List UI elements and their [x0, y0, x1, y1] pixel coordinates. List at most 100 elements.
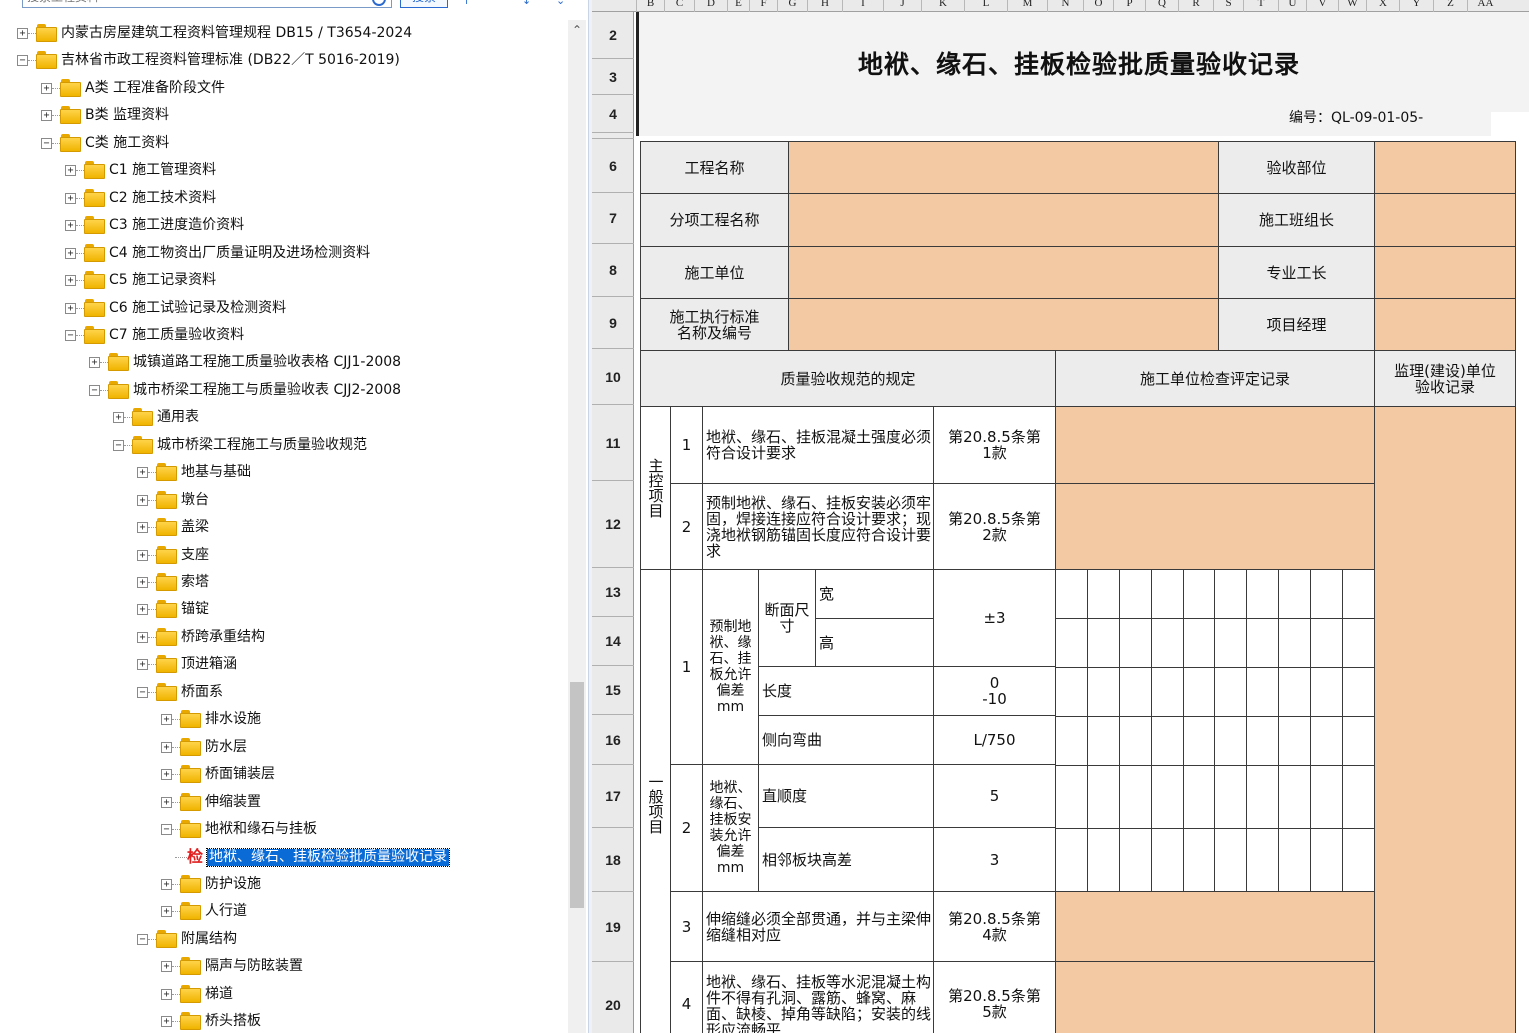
- measurement-grid[interactable]: [1055, 569, 1375, 893]
- measurement-cell[interactable]: [1119, 619, 1152, 668]
- tree-item[interactable]: + 梯道: [0, 981, 568, 1008]
- column-letter[interactable]: D: [694, 0, 727, 12]
- row-number[interactable]: 8: [592, 244, 634, 297]
- measurement-cell[interactable]: [1215, 668, 1248, 717]
- tree-item[interactable]: + 隔声与防眩装置: [0, 953, 568, 980]
- expand-icon[interactable]: +: [137, 467, 148, 479]
- measurement-cell[interactable]: [1311, 766, 1344, 829]
- expand-icon[interactable]: +: [65, 192, 76, 204]
- column-letter[interactable]: T: [1243, 0, 1278, 12]
- collapse-icon[interactable]: −: [137, 686, 148, 698]
- general-item-check-input[interactable]: [1055, 961, 1375, 1033]
- column-letter[interactable]: N: [1047, 0, 1083, 12]
- expand-icon[interactable]: +: [65, 247, 76, 259]
- tree-item[interactable]: − 桥面系: [0, 679, 568, 706]
- arrow-down-icon[interactable]: ↓: [522, 0, 532, 7]
- collapse-icon[interactable]: −: [89, 384, 100, 396]
- measurement-cell[interactable]: [1311, 829, 1344, 893]
- measurement-cell[interactable]: [1279, 619, 1312, 668]
- measurement-cell[interactable]: [1279, 829, 1312, 893]
- measurement-cell[interactable]: [1247, 668, 1280, 717]
- measurement-cell[interactable]: [1279, 570, 1312, 619]
- measurement-cell[interactable]: [1151, 766, 1184, 829]
- row-number[interactable]: 7: [592, 193, 634, 244]
- measurement-cell[interactable]: [1247, 766, 1280, 829]
- measurement-cell[interactable]: [1247, 829, 1280, 893]
- tree-item[interactable]: + 防护设施: [0, 871, 568, 898]
- measurement-cell[interactable]: [1087, 766, 1120, 829]
- tree-item[interactable]: − 城市桥梁工程施工与质量验收规范: [0, 432, 568, 459]
- measurement-cell[interactable]: [1119, 829, 1152, 893]
- column-letter[interactable]: Q: [1145, 0, 1178, 12]
- row-number[interactable]: 2: [592, 12, 634, 59]
- expand-icon[interactable]: +: [161, 769, 172, 781]
- tree-item[interactable]: + C5 施工记录资料: [0, 267, 568, 294]
- column-letter[interactable]: L: [964, 0, 1007, 12]
- measurement-cell[interactable]: [1151, 668, 1184, 717]
- expand-icon[interactable]: +: [41, 110, 52, 122]
- measurement-cell[interactable]: [1183, 766, 1216, 829]
- tree-item[interactable]: 检地袱、缘石、挂板检验批质量验收记录: [0, 844, 568, 871]
- measurement-cell[interactable]: [1343, 570, 1375, 619]
- measurement-cell[interactable]: [1247, 570, 1280, 619]
- expand-icon[interactable]: +: [65, 220, 76, 232]
- column-letter[interactable]: W: [1338, 0, 1366, 12]
- column-letter[interactable]: U: [1278, 0, 1306, 12]
- tree-item[interactable]: + C2 施工技术资料: [0, 185, 568, 212]
- row-number[interactable]: 15: [592, 666, 634, 715]
- measurement-cell[interactable]: [1343, 829, 1375, 893]
- tree-item[interactable]: + 排水设施: [0, 706, 568, 733]
- expand-icon[interactable]: +: [65, 275, 76, 287]
- tree-item[interactable]: − 附属结构: [0, 926, 568, 953]
- expand-icon[interactable]: +: [161, 961, 172, 973]
- team-leader-input[interactable]: [1374, 193, 1516, 247]
- collapse-icon[interactable]: −: [17, 55, 28, 67]
- row-number[interactable]: 13: [592, 568, 634, 617]
- tree-item[interactable]: + A类 工程准备阶段文件: [0, 75, 568, 102]
- measurement-cell[interactable]: [1311, 668, 1344, 717]
- collapse-icon[interactable]: −: [65, 329, 76, 341]
- column-letter[interactable]: J: [883, 0, 921, 12]
- column-letter[interactable]: H: [807, 0, 842, 12]
- column-letter[interactable]: F: [749, 0, 777, 12]
- measurement-cell[interactable]: [1183, 829, 1216, 893]
- measurement-cell[interactable]: [1087, 570, 1120, 619]
- row-number[interactable]: 10: [592, 349, 634, 405]
- measurement-cell[interactable]: [1056, 829, 1088, 893]
- measurement-cell[interactable]: [1343, 717, 1375, 766]
- measurement-cell[interactable]: [1215, 570, 1248, 619]
- measurement-cell[interactable]: [1247, 619, 1280, 668]
- supervision-record-input[interactable]: [1374, 406, 1516, 1033]
- expand-icon[interactable]: +: [65, 165, 76, 177]
- tree-item[interactable]: + 桥跨承重结构: [0, 624, 568, 651]
- tree-item[interactable]: + 伸缩装置: [0, 789, 568, 816]
- expand-icon[interactable]: +: [161, 878, 172, 890]
- row-number[interactable]: 19: [592, 892, 634, 962]
- tree-item[interactable]: + B类 监理资料: [0, 102, 568, 129]
- expand-icon[interactable]: +: [137, 631, 148, 643]
- scroll-thumb[interactable]: [570, 682, 584, 908]
- expand-icon[interactable]: +: [137, 549, 148, 561]
- tree-item[interactable]: + C4 施工物资出厂质量证明及进场检测资料: [0, 240, 568, 267]
- search-button[interactable]: 搜索: [400, 0, 448, 8]
- column-letter[interactable]: B: [636, 0, 664, 12]
- expand-icon[interactable]: +: [137, 522, 148, 534]
- expand-icon[interactable]: +: [137, 494, 148, 506]
- expand-icon[interactable]: +: [161, 741, 172, 753]
- measurement-cell[interactable]: [1087, 717, 1120, 766]
- tree-item[interactable]: + 地基与基础: [0, 459, 568, 486]
- tree-scrollbar[interactable]: ⌃: [568, 20, 586, 1033]
- row-number[interactable]: 12: [592, 481, 634, 568]
- measurement-cell[interactable]: [1087, 619, 1120, 668]
- search-input[interactable]: [22, 0, 392, 8]
- column-letter[interactable]: AA: [1467, 0, 1503, 12]
- row-number[interactable]: 18: [592, 828, 634, 892]
- expand-icon[interactable]: +: [161, 1016, 172, 1028]
- tree-item[interactable]: − 地袱和缘石与挂板: [0, 816, 568, 843]
- measurement-cell[interactable]: [1343, 619, 1375, 668]
- expand-icon[interactable]: +: [161, 906, 172, 918]
- column-letter[interactable]: C: [664, 0, 694, 12]
- measurement-cell[interactable]: [1056, 717, 1088, 766]
- measurement-cell[interactable]: [1279, 717, 1312, 766]
- column-letter[interactable]: I: [842, 0, 883, 12]
